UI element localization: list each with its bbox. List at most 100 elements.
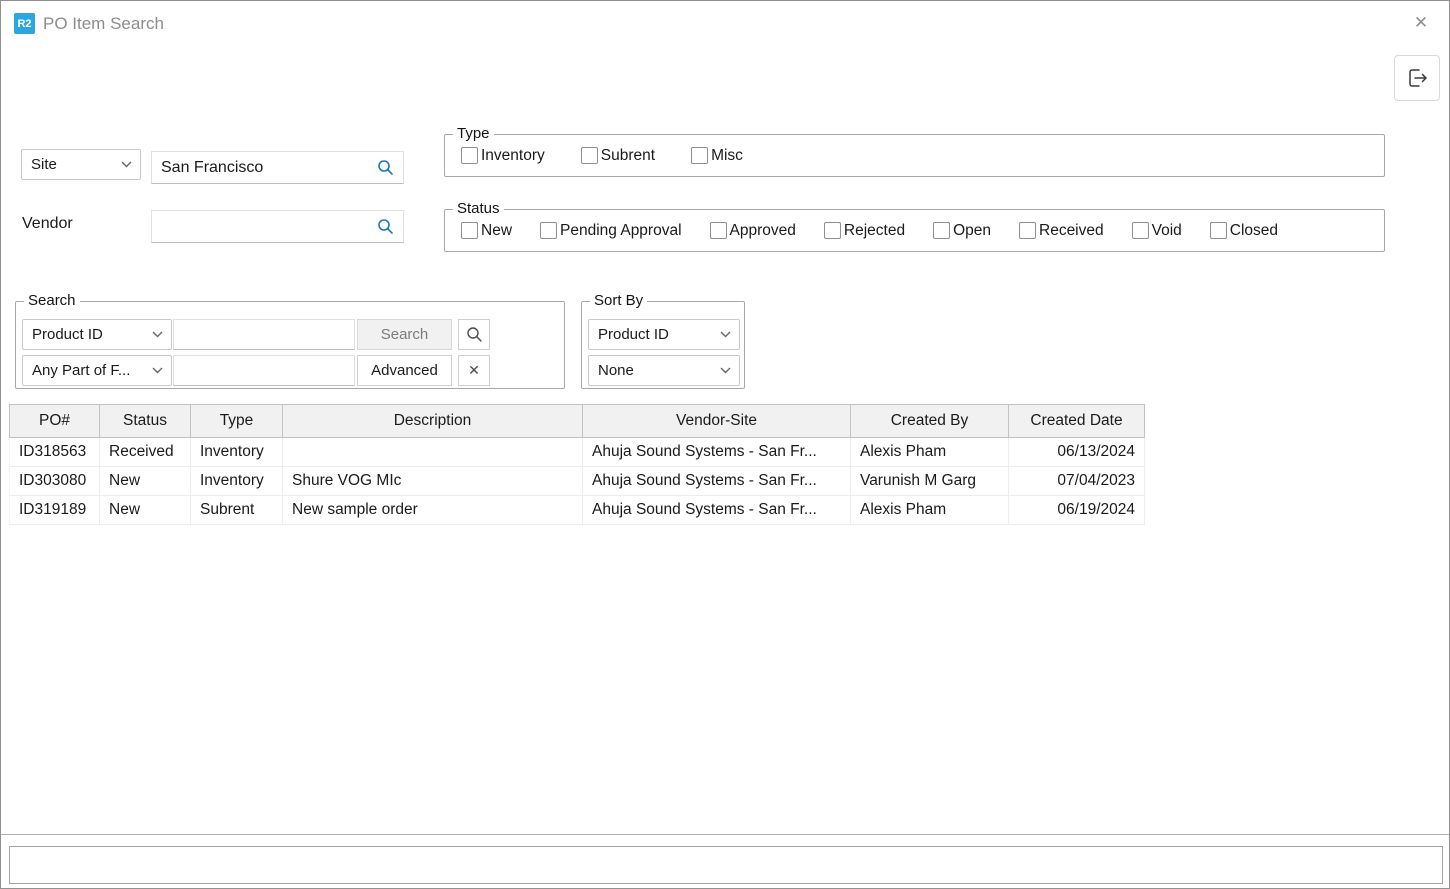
cell-created-by: Alexis Pham: [851, 438, 1009, 467]
column-header-status[interactable]: Status: [100, 405, 191, 438]
checkbox-box[interactable]: [581, 147, 598, 164]
table-row[interactable]: ID303080 New Inventory Shure VOG MIc Ahu…: [10, 467, 1145, 496]
checkbox-box[interactable]: [461, 147, 478, 164]
checkbox-box[interactable]: [824, 222, 841, 239]
column-header-vendor-site[interactable]: Vendor-Site: [583, 405, 851, 438]
sort-secondary-dropdown[interactable]: None: [588, 355, 740, 386]
checkbox-open[interactable]: Open: [933, 222, 991, 240]
type-group: Type Inventory Subrent Misc: [444, 134, 1385, 177]
cell-created-date: 06/13/2024: [1009, 438, 1145, 467]
checkbox-box[interactable]: [710, 222, 727, 239]
cell-vendor-site: Ahuja Sound Systems - San Fr...: [583, 438, 851, 467]
vendor-label: Vendor: [22, 215, 73, 233]
cell-po: ID318563: [10, 438, 100, 467]
checkbox-label: Pending Approval: [560, 222, 682, 240]
cell-vendor-site: Ahuja Sound Systems - San Fr...: [583, 467, 851, 496]
column-header-created-date[interactable]: Created Date: [1009, 405, 1145, 438]
search-icon: [466, 326, 483, 343]
cell-vendor-site: Ahuja Sound Systems - San Fr...: [583, 496, 851, 525]
search-field-dropdown-value: Product ID: [32, 326, 103, 343]
clear-search-button[interactable]: ✕: [458, 355, 490, 386]
search-icon-button[interactable]: [458, 319, 490, 350]
search-match-input[interactable]: [173, 355, 355, 386]
sort-by-group-legend: Sort By: [590, 292, 647, 309]
checkbox-label: Misc: [711, 147, 743, 165]
checkbox-label: Open: [953, 222, 991, 240]
cell-description: [283, 438, 583, 467]
column-header-description[interactable]: Description: [283, 405, 583, 438]
search-match-dropdown-value: Any Part of F...: [32, 362, 130, 379]
search-icon[interactable]: [377, 218, 394, 235]
column-header-po[interactable]: PO#: [10, 405, 100, 438]
cell-status: New: [100, 496, 191, 525]
search-term-input[interactable]: [173, 319, 355, 350]
checkbox-box[interactable]: [691, 147, 708, 164]
app-logo-icon: R2: [14, 13, 35, 34]
status-group: Status New Pending Approval Approved Rej…: [444, 209, 1385, 252]
close-icon[interactable]: ✕: [1409, 11, 1433, 35]
search-group: Search Product ID Search Any Part of F..…: [15, 301, 565, 389]
site-dropdown[interactable]: Site: [21, 149, 141, 180]
chevron-down-icon: [121, 161, 132, 168]
table-row[interactable]: ID319189 New Subrent New sample order Ah…: [10, 496, 1145, 525]
checkbox-subrent[interactable]: Subrent: [581, 147, 655, 165]
checkbox-box[interactable]: [461, 222, 478, 239]
checkbox-received[interactable]: Received: [1019, 222, 1104, 240]
cell-po: ID303080: [10, 467, 100, 496]
checkbox-label: Void: [1152, 222, 1182, 240]
chevron-down-icon: [720, 331, 731, 338]
search-group-legend: Search: [24, 292, 80, 309]
search-button[interactable]: Search: [357, 319, 452, 350]
checkbox-box[interactable]: [1210, 222, 1227, 239]
table-row[interactable]: ID318563 Received Inventory Ahuja Sound …: [10, 438, 1145, 467]
column-header-created-by[interactable]: Created By: [851, 405, 1009, 438]
checkbox-box[interactable]: [1132, 222, 1149, 239]
checkbox-pending-approval[interactable]: Pending Approval: [540, 222, 682, 240]
sort-primary-dropdown[interactable]: Product ID: [588, 319, 740, 350]
chevron-down-icon: [720, 367, 731, 374]
checkbox-inventory[interactable]: Inventory: [461, 147, 545, 165]
column-header-type[interactable]: Type: [191, 405, 283, 438]
cell-type: Inventory: [191, 438, 283, 467]
site-search-value: San Francisco: [161, 159, 263, 177]
cell-type: Inventory: [191, 467, 283, 496]
checkbox-label: Approved: [730, 222, 796, 240]
search-field-dropdown[interactable]: Product ID: [22, 319, 172, 350]
cell-type: Subrent: [191, 496, 283, 525]
search-icon[interactable]: [377, 159, 394, 176]
vendor-search-field[interactable]: [151, 210, 404, 243]
checkbox-new[interactable]: New: [461, 222, 512, 240]
sort-secondary-value: None: [598, 362, 634, 379]
checkbox-box[interactable]: [933, 222, 950, 239]
search-match-dropdown[interactable]: Any Part of F...: [22, 355, 172, 386]
po-item-search-window: R2 PO Item Search ✕ Site San Francisco V…: [0, 0, 1450, 889]
bottom-divider: [1, 834, 1450, 835]
logout-icon: [1405, 66, 1429, 90]
cell-description: New sample order: [283, 496, 583, 525]
status-bar: [9, 846, 1443, 884]
close-icon: ✕: [468, 362, 480, 379]
checkbox-label: Rejected: [844, 222, 905, 240]
cell-po: ID319189: [10, 496, 100, 525]
checkbox-label: Closed: [1230, 222, 1278, 240]
type-checkbox-row: Inventory Subrent Misc: [461, 135, 743, 176]
checkbox-misc[interactable]: Misc: [691, 147, 743, 165]
checkbox-label: Inventory: [481, 147, 545, 165]
cell-status: Received: [100, 438, 191, 467]
results-table: PO# Status Type Description Vendor-Site …: [9, 404, 1145, 525]
cell-created-by: Varunish M Garg: [851, 467, 1009, 496]
cell-status: New: [100, 467, 191, 496]
checkbox-closed[interactable]: Closed: [1210, 222, 1278, 240]
checkbox-approved[interactable]: Approved: [710, 222, 796, 240]
checkbox-label: Subrent: [601, 147, 655, 165]
checkbox-box[interactable]: [540, 222, 557, 239]
advanced-button[interactable]: Advanced: [357, 355, 452, 386]
checkbox-rejected[interactable]: Rejected: [824, 222, 905, 240]
checkbox-box[interactable]: [1019, 222, 1036, 239]
exit-button[interactable]: [1394, 55, 1440, 101]
site-search-field[interactable]: San Francisco: [151, 151, 404, 184]
checkbox-label: Received: [1039, 222, 1104, 240]
chevron-down-icon: [152, 367, 163, 374]
checkbox-void[interactable]: Void: [1132, 222, 1182, 240]
status-checkbox-row: New Pending Approval Approved Rejected O…: [461, 210, 1278, 251]
